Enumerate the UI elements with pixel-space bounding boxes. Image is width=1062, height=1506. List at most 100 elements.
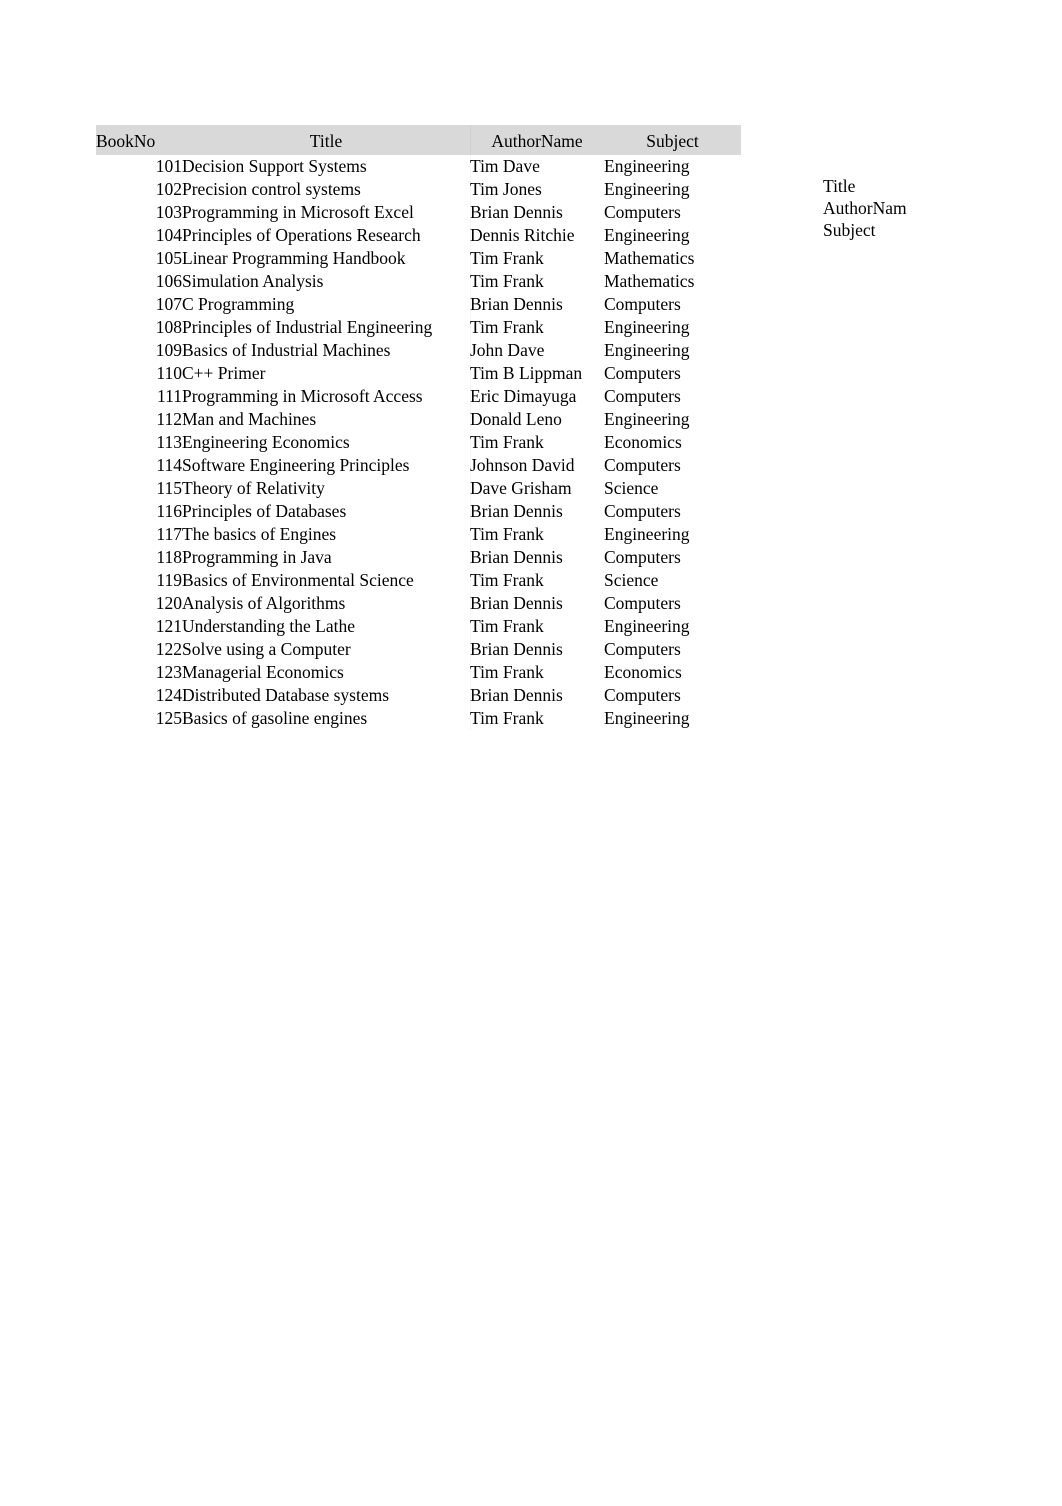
- cell-subject[interactable]: Economics: [604, 431, 741, 454]
- table-row[interactable]: 101 Decision Support Systems Tim Dave Engin…: [96, 155, 741, 178]
- table-row[interactable]: 113 Engineering Economics Tim Frank Economi…: [96, 431, 741, 454]
- cell-subject[interactable]: Engineering: [604, 408, 741, 431]
- cell-subject[interactable]: Computers: [604, 546, 741, 569]
- cell-subject[interactable]: Computers: [604, 201, 741, 224]
- cell-title[interactable]: Linear Programming Handbook: [182, 247, 470, 270]
- cell-authorname[interactable]: Johnson David: [470, 454, 604, 477]
- cell-title[interactable]: Understanding the Lathe: [182, 615, 470, 638]
- table-row[interactable]: 118 Programming in Java Brian Dennis Comput…: [96, 546, 741, 569]
- cell-authorname[interactable]: Tim Jones: [470, 178, 604, 201]
- cell-authorname[interactable]: Dave Grisham: [470, 477, 604, 500]
- cell-authorname[interactable]: Tim Dave: [470, 155, 604, 178]
- cell-bookno[interactable]: 113: [96, 431, 182, 454]
- cell-bookno[interactable]: 115: [96, 477, 182, 500]
- table-row[interactable]: 112 Man and Machines Donald Leno Engineerin…: [96, 408, 741, 431]
- table-row[interactable]: 121 Understanding the Lathe Tim Frank Engin…: [96, 615, 741, 638]
- table-row[interactable]: 110 C++ Primer Tim B Lippman Computers: [96, 362, 741, 385]
- cell-bookno[interactable]: 112: [96, 408, 182, 431]
- cell-subject[interactable]: Engineering: [604, 339, 741, 362]
- cell-authorname[interactable]: Tim Frank: [470, 569, 604, 592]
- cell-authorname[interactable]: Tim Frank: [470, 270, 604, 293]
- table-row[interactable]: 125 Basics of gasoline engines Tim Frank En…: [96, 707, 741, 730]
- cell-authorname[interactable]: Tim Frank: [470, 247, 604, 270]
- cell-authorname[interactable]: Brian Dennis: [470, 546, 604, 569]
- cell-bookno[interactable]: 123: [96, 661, 182, 684]
- table-row[interactable]: 124 Distributed Database systems Brian Den…: [96, 684, 741, 707]
- cell-authorname[interactable]: Tim Frank: [470, 431, 604, 454]
- cell-bookno[interactable]: 120: [96, 592, 182, 615]
- cell-bookno[interactable]: 117: [96, 523, 182, 546]
- cell-title[interactable]: Theory of Relativity: [182, 477, 470, 500]
- cell-authorname[interactable]: Donald Leno: [470, 408, 604, 431]
- cell-title[interactable]: C++ Primer: [182, 362, 470, 385]
- cell-subject[interactable]: Computers: [604, 454, 741, 477]
- table-row[interactable]: 109 Basics of Industrial Machines John Dav…: [96, 339, 741, 362]
- cell-bookno[interactable]: 109: [96, 339, 182, 362]
- table-row[interactable]: 111 Programming in Microsoft Access Eric D…: [96, 385, 741, 408]
- cell-authorname[interactable]: Eric Dimayuga: [470, 385, 604, 408]
- cell-title[interactable]: Precision control systems: [182, 178, 470, 201]
- cell-bookno[interactable]: 101: [96, 155, 182, 178]
- cell-title[interactable]: Principles of Industrial Engineering: [182, 316, 470, 339]
- cell-title[interactable]: Basics of gasoline engines: [182, 707, 470, 730]
- cell-title[interactable]: Solve using a Computer: [182, 638, 470, 661]
- cell-subject[interactable]: Computers: [604, 684, 741, 707]
- cell-bookno[interactable]: 107: [96, 293, 182, 316]
- cell-subject[interactable]: Computers: [604, 500, 741, 523]
- cell-subject[interactable]: Mathematics: [604, 270, 741, 293]
- cell-title[interactable]: Principles of Databases: [182, 500, 470, 523]
- cell-authorname[interactable]: John Dave: [470, 339, 604, 362]
- cell-bookno[interactable]: 103: [96, 201, 182, 224]
- cell-subject[interactable]: Engineering: [604, 316, 741, 339]
- cell-title[interactable]: Programming in Java: [182, 546, 470, 569]
- cell-title[interactable]: Analysis of Algorithms: [182, 592, 470, 615]
- column-header-title[interactable]: Title: [182, 125, 470, 155]
- cell-title[interactable]: Man and Machines: [182, 408, 470, 431]
- cell-authorname[interactable]: Brian Dennis: [470, 500, 604, 523]
- cell-authorname[interactable]: Brian Dennis: [470, 684, 604, 707]
- cell-title[interactable]: The basics of Engines: [182, 523, 470, 546]
- cell-subject[interactable]: Computers: [604, 592, 741, 615]
- column-header-bookno[interactable]: BookNo: [96, 125, 182, 155]
- cell-subject[interactable]: Engineering: [604, 178, 741, 201]
- cell-authorname[interactable]: Tim Frank: [470, 316, 604, 339]
- cell-authorname[interactable]: Brian Dennis: [470, 201, 604, 224]
- table-row[interactable]: 103 Programming in Microsoft Excel Brian D…: [96, 201, 741, 224]
- cell-title[interactable]: Managerial Economics: [182, 661, 470, 684]
- cell-bookno[interactable]: 124: [96, 684, 182, 707]
- cell-title[interactable]: Programming in Microsoft Access: [182, 385, 470, 408]
- cell-bookno[interactable]: 114: [96, 454, 182, 477]
- cell-title[interactable]: Engineering Economics: [182, 431, 470, 454]
- table-row[interactable]: 116 Principles of Databases Brian Dennis Co…: [96, 500, 741, 523]
- cell-subject[interactable]: Engineering: [604, 523, 741, 546]
- cell-subject[interactable]: Mathematics: [604, 247, 741, 270]
- table-row[interactable]: 107 C Programming Brian Dennis Computers: [96, 293, 741, 316]
- cell-bookno[interactable]: 106: [96, 270, 182, 293]
- table-row[interactable]: 108 Principles of Industrial Engineering T…: [96, 316, 741, 339]
- cell-subject[interactable]: Computers: [604, 385, 741, 408]
- cell-title[interactable]: Basics of Industrial Machines: [182, 339, 470, 362]
- table-row[interactable]: 102 Precision control systems Tim Jones Eng…: [96, 178, 741, 201]
- cell-bookno[interactable]: 118: [96, 546, 182, 569]
- cell-bookno[interactable]: 108: [96, 316, 182, 339]
- cell-subject[interactable]: Science: [604, 477, 741, 500]
- cell-subject[interactable]: Engineering: [604, 224, 741, 247]
- table-row[interactable]: 104 Principles of Operations Research Denn…: [96, 224, 741, 247]
- cell-bookno[interactable]: 125: [96, 707, 182, 730]
- cell-subject[interactable]: Computers: [604, 293, 741, 316]
- table-row[interactable]: 117 The basics of Engines Tim Frank Enginee…: [96, 523, 741, 546]
- table-row[interactable]: 119 Basics of Environmental Science Tim Fr…: [96, 569, 741, 592]
- cell-title[interactable]: Distributed Database systems: [182, 684, 470, 707]
- cell-bookno[interactable]: 121: [96, 615, 182, 638]
- cell-bookno[interactable]: 105: [96, 247, 182, 270]
- cell-bookno[interactable]: 119: [96, 569, 182, 592]
- cell-title[interactable]: Software Engineering Principles: [182, 454, 470, 477]
- cell-authorname[interactable]: Brian Dennis: [470, 638, 604, 661]
- cell-authorname[interactable]: Tim Frank: [470, 615, 604, 638]
- cell-authorname[interactable]: Tim Frank: [470, 523, 604, 546]
- cell-authorname[interactable]: Brian Dennis: [470, 592, 604, 615]
- cell-authorname[interactable]: Dennis Ritchie: [470, 224, 604, 247]
- cell-subject[interactable]: Science: [604, 569, 741, 592]
- cell-subject[interactable]: Engineering: [604, 707, 741, 730]
- cell-authorname[interactable]: Brian Dennis: [470, 293, 604, 316]
